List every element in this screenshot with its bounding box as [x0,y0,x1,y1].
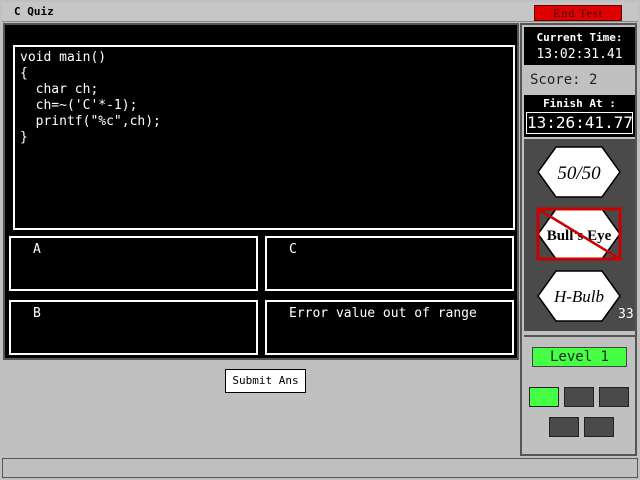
score-label: Score: [530,72,581,88]
submit-answer-button[interactable]: Submit Ans [225,369,306,393]
hbulb-count: 33 [618,307,634,322]
level-progress-square [549,417,579,437]
fifty-fifty-lifeline-button[interactable]: 50/50 [536,145,622,199]
code-line: { [20,66,28,81]
option-a-label: A [33,242,41,257]
window-title: C Quiz [14,5,54,18]
finish-time-value: 13:26:41.77 [526,112,633,134]
finish-time-box: Finish At : 13:26:41.77 [524,95,635,137]
score-value: 2 [589,72,598,88]
option-b-label: B [33,306,41,321]
current-time-label: Current Time: [536,31,623,44]
end-test-button[interactable]: End Test [534,5,622,21]
score-display: Score: 2 [524,67,635,93]
option-b[interactable]: B [9,300,258,355]
fifty-fifty-label: 50/50 [557,163,601,184]
level-progress-square [564,387,594,407]
level-progress-square [599,387,629,407]
lifelines-panel: 50/50 Bull's Eye H-Bulb 33 [524,139,635,331]
code-line: void main() [20,50,107,65]
hbulb-label: H-Bulb [553,287,604,306]
option-d-label: Error value out of range [289,306,477,321]
title-bar: C Quiz End Test [2,2,638,22]
option-c[interactable]: C [265,236,514,291]
finish-label: Finish At : [543,97,616,110]
code-line: printf("%c",ch); [20,114,161,129]
level-indicator: Level 1 [532,347,627,367]
current-time-value: 13:02:31.41 [536,47,623,62]
option-d[interactable]: Error value out of range [265,300,514,355]
hbulb-lifeline-button[interactable]: H-Bulb [536,269,622,323]
option-c-label: C [289,242,297,257]
level-progress-square [584,417,614,437]
code-line: ch=~('C'*-1); [20,98,138,113]
level-progress-square [529,387,559,407]
code-display: void main() { char ch; ch=~('C'*-1); pri… [13,45,515,230]
level-panel: Level 1 [524,335,635,453]
current-time-box: Current Time: 13:02:31.41 [524,27,635,65]
code-line: char ch; [20,82,99,97]
status-bar [2,458,638,478]
code-line: } [20,130,28,145]
question-panel: void main() { char ch; ch=~('C'*-1); pri… [3,23,519,360]
bulls-eye-label: Bull's Eye [547,228,612,244]
side-panel: Current Time: 13:02:31.41 Score: 2 Finis… [520,23,637,456]
option-a[interactable]: A [9,236,258,291]
bulls-eye-lifeline-button[interactable]: Bull's Eye [536,207,622,261]
